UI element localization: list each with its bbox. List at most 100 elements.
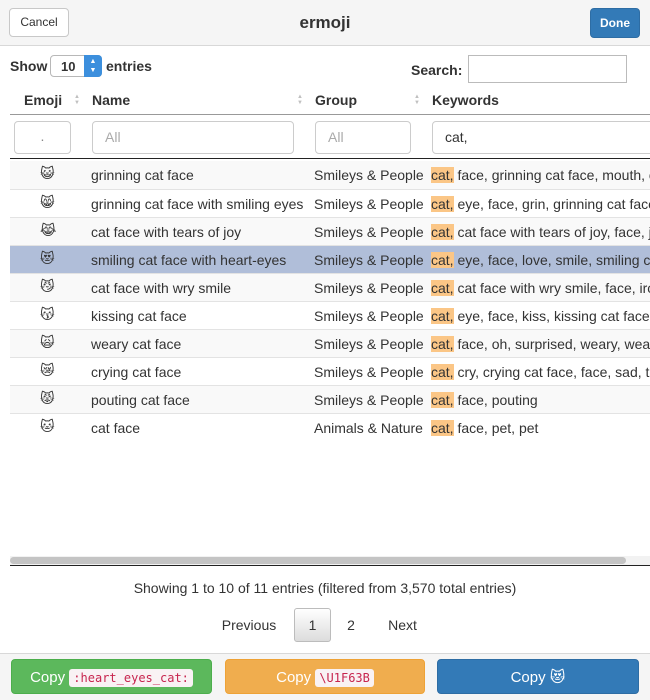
name-cell: grinning cat face with smiling eyes <box>91 196 304 212</box>
keywords-cell: cat, face, oh, surprised, weary, weary c… <box>431 336 650 352</box>
table-bottom-divider <box>10 565 650 566</box>
group-cell: Smileys & People <box>314 336 424 352</box>
title-bar: Cancel ermoji Done <box>0 0 650 46</box>
group-cell: Smileys & People <box>314 167 424 183</box>
column-header-group[interactable]: Group <box>315 92 357 108</box>
group-cell: Smileys & People <box>314 196 424 212</box>
alias-code: :heart_eyes_cat: <box>69 669 193 687</box>
table-row[interactable]: 😼 cat face with wry smile Smileys & Peop… <box>10 273 650 301</box>
emoji-cell: 😾 <box>40 390 55 406</box>
keyword-highlight: cat, <box>431 196 454 212</box>
copy-label: Copy <box>30 669 66 686</box>
sort-icon[interactable]: ▲ ▼ <box>414 94 422 106</box>
done-button[interactable]: Done <box>590 8 640 38</box>
pagination-page-2[interactable]: 2 <box>333 608 369 642</box>
keywords-cell: cat, cat face with tears of joy, face, j… <box>431 224 650 240</box>
horizontal-scrollbar[interactable] <box>10 556 650 565</box>
name-cell: cat face with tears of joy <box>91 224 242 240</box>
keyword-highlight: cat, <box>431 392 454 408</box>
emoji-cell: 😿 <box>40 362 55 378</box>
keywords-cell: cat, face, pet, pet <box>431 420 538 436</box>
header-divider <box>10 114 650 115</box>
unicode-code: \U1F63B <box>315 669 374 687</box>
copy-alias-button[interactable]: Copy :heart_eyes_cat: <box>11 659 212 694</box>
keyword-highlight: cat, <box>431 280 454 296</box>
keyword-highlight: cat, <box>431 308 454 324</box>
filter-name-input[interactable]: All <box>92 121 294 154</box>
scrollbar-thumb[interactable] <box>10 557 626 564</box>
table-row[interactable]: 🐱 cat face Animals & Nature cat, face, p… <box>10 413 650 441</box>
sort-icon[interactable]: ▲ ▼ <box>74 94 82 106</box>
keyword-highlight: cat, <box>431 364 454 380</box>
copy-label: Copy <box>510 669 546 686</box>
keyword-text: cat face with tears of joy, face, joy, t… <box>457 224 650 240</box>
keyword-text: eye, face, love, smile, smiling cat face <box>457 252 650 268</box>
app-title: ermoji <box>299 13 351 32</box>
keyword-text: cat face with wry smile, face, ironic, s… <box>457 280 650 296</box>
column-header-name[interactable]: Name <box>92 92 130 108</box>
keyword-text: eye, face, grin, grinning cat face with … <box>457 196 650 212</box>
name-cell: smiling cat face with heart-eyes <box>91 252 287 268</box>
keyword-text: face, grinning cat face, mouth, open, sm… <box>457 167 650 183</box>
group-cell: Smileys & People <box>314 224 424 240</box>
keywords-cell: cat, face, pouting <box>431 392 538 408</box>
name-cell: grinning cat face <box>91 167 194 183</box>
name-cell: cat face <box>91 420 141 436</box>
table-body: 😺 grinning cat face Smileys & People cat… <box>10 161 650 441</box>
emoji-cell: 🙀 <box>40 334 55 350</box>
entries-label: entries <box>106 58 152 74</box>
table-row[interactable]: 🙀 weary cat face Smileys & People cat, f… <box>10 329 650 357</box>
group-cell: Animals & Nature <box>314 420 423 436</box>
keyword-text: face, pet, pet <box>453 420 539 436</box>
table-row[interactable]: 😸 grinning cat face with smiling eyes Sm… <box>10 189 650 217</box>
emoji-table: Emoji ▲ ▼ Name ▲ ▼ Group ▲ ▼ Keywords . All… <box>0 86 650 566</box>
emoji-cell: 😽 <box>40 306 55 322</box>
show-label: Show <box>10 58 48 74</box>
pagination-page-1[interactable]: 1 <box>294 608 331 642</box>
search-input[interactable] <box>468 55 627 83</box>
entries-length-select[interactable]: 10 ▲ ▼ <box>50 55 102 77</box>
emoji-cell: 😹 <box>40 222 57 238</box>
table-row[interactable]: 😺 grinning cat face Smileys & People cat… <box>10 161 650 189</box>
column-header-keywords[interactable]: Keywords <box>432 92 499 108</box>
keyword-highlight: cat, <box>431 252 454 268</box>
name-cell: weary cat face <box>91 336 182 352</box>
table-row[interactable]: 😽 kissing cat face Smileys & People cat,… <box>10 301 650 329</box>
filter-emoji-input[interactable]: . <box>14 121 71 154</box>
column-header-emoji[interactable]: Emoji <box>24 92 62 108</box>
emoji-cell: 😺 <box>40 165 55 181</box>
keyword-text: face, oh, surprised, weary, weary cat fa… <box>457 336 650 352</box>
keywords-cell: cat, cat face with wry smile, face, iron… <box>431 280 650 296</box>
pagination-next[interactable]: Next <box>376 608 429 642</box>
table-row[interactable]: 😿 crying cat face Smileys & People cat, … <box>10 357 650 385</box>
keywords-cell: cat, eye, face, love, smile, smiling cat… <box>431 252 650 268</box>
name-cell: crying cat face <box>91 364 182 380</box>
emoji-cell: 😻 <box>40 250 55 266</box>
keywords-cell: cat, eye, face, kiss, kissing cat face <box>431 308 650 324</box>
table-row[interactable]: 😹 cat face with tears of joy Smileys & P… <box>10 217 650 245</box>
keyword-highlight: cat, <box>431 336 454 352</box>
keyword-text: eye, face, kiss, kissing cat face <box>453 308 650 324</box>
filter-group-input[interactable]: All <box>315 121 411 154</box>
copy-unicode-button[interactable]: Copy \U1F63B <box>225 659 425 694</box>
name-cell: pouting cat face <box>91 392 190 408</box>
group-cell: Smileys & People <box>314 308 424 324</box>
table-row[interactable]: 😾 pouting cat face Smileys & People cat,… <box>10 385 650 413</box>
name-cell: cat face with wry smile <box>91 280 232 296</box>
name-cell: kissing cat face <box>91 308 187 324</box>
pagination-previous[interactable]: Previous <box>212 608 286 642</box>
sort-icon[interactable]: ▲ ▼ <box>297 94 305 106</box>
keyword-highlight: cat, <box>431 420 454 436</box>
table-row-selected[interactable]: 😻 smiling cat face with heart-eyes Smile… <box>10 245 650 273</box>
keywords-cell: cat, face, grinning cat face, mouth, ope… <box>431 167 650 183</box>
group-cell: Smileys & People <box>314 252 424 268</box>
emoji-cell: 😸 <box>40 194 55 210</box>
keyword-text: cry, crying cat face, face, sad, tear <box>453 364 650 380</box>
keyword-text: face, pouting <box>453 392 538 408</box>
group-cell: Smileys & People <box>314 364 424 380</box>
selected-emoji: 😻 <box>549 669 566 686</box>
group-cell: Smileys & People <box>314 280 424 296</box>
filter-keywords-input[interactable]: cat, <box>432 121 650 154</box>
keyword-highlight: cat, <box>431 224 454 240</box>
copy-emoji-button[interactable]: Copy 😻 <box>437 659 639 694</box>
